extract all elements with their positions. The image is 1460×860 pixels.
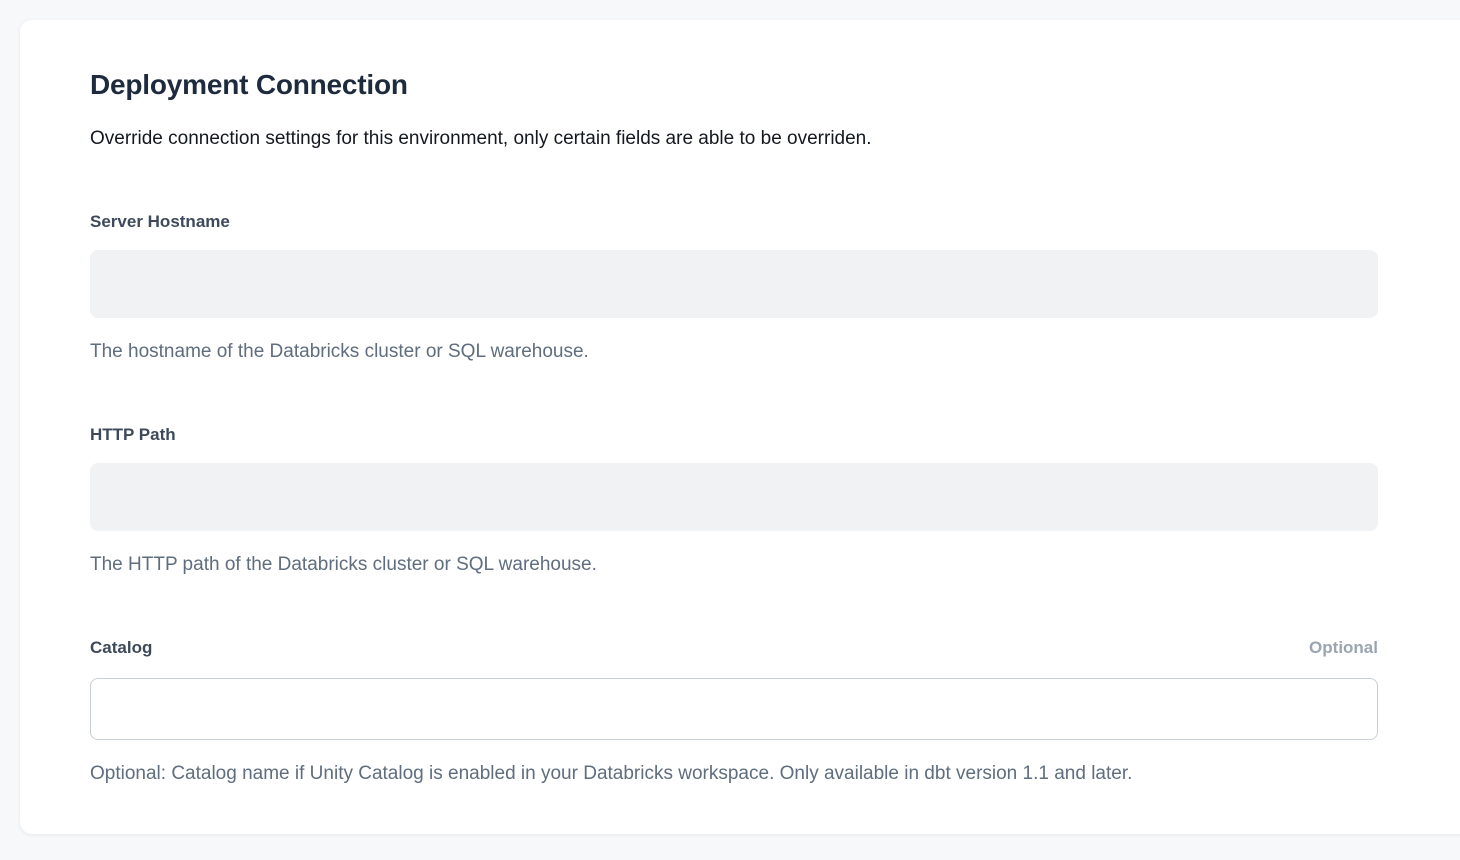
field-label-row: Server Hostname [90, 211, 1378, 233]
page-title: Deployment Connection [90, 68, 1378, 102]
optional-badge: Optional [1309, 637, 1378, 659]
field-server-hostname: Server Hostname The hostname of the Data… [90, 211, 1378, 365]
field-label-row: HTTP Path [90, 424, 1378, 446]
catalog-label: Catalog [90, 637, 152, 659]
http-path-input [90, 463, 1378, 531]
catalog-input[interactable] [90, 678, 1378, 740]
field-catalog: Catalog Optional Optional: Catalog name … [90, 637, 1378, 787]
server-hostname-input [90, 250, 1378, 318]
http-path-help: The HTTP path of the Databricks cluster … [90, 552, 1378, 578]
http-path-label: HTTP Path [90, 424, 176, 446]
page-subtitle: Override connection settings for this en… [90, 126, 1378, 152]
server-hostname-help: The hostname of the Databricks cluster o… [90, 339, 1378, 365]
server-hostname-label: Server Hostname [90, 211, 230, 233]
field-http-path: HTTP Path The HTTP path of the Databrick… [90, 424, 1378, 578]
catalog-help: Optional: Catalog name if Unity Catalog … [90, 761, 1378, 787]
card-content: Deployment Connection Override connectio… [90, 20, 1378, 787]
deployment-connection-card: Deployment Connection Override connectio… [20, 20, 1460, 834]
field-label-row: Catalog Optional [90, 637, 1378, 659]
